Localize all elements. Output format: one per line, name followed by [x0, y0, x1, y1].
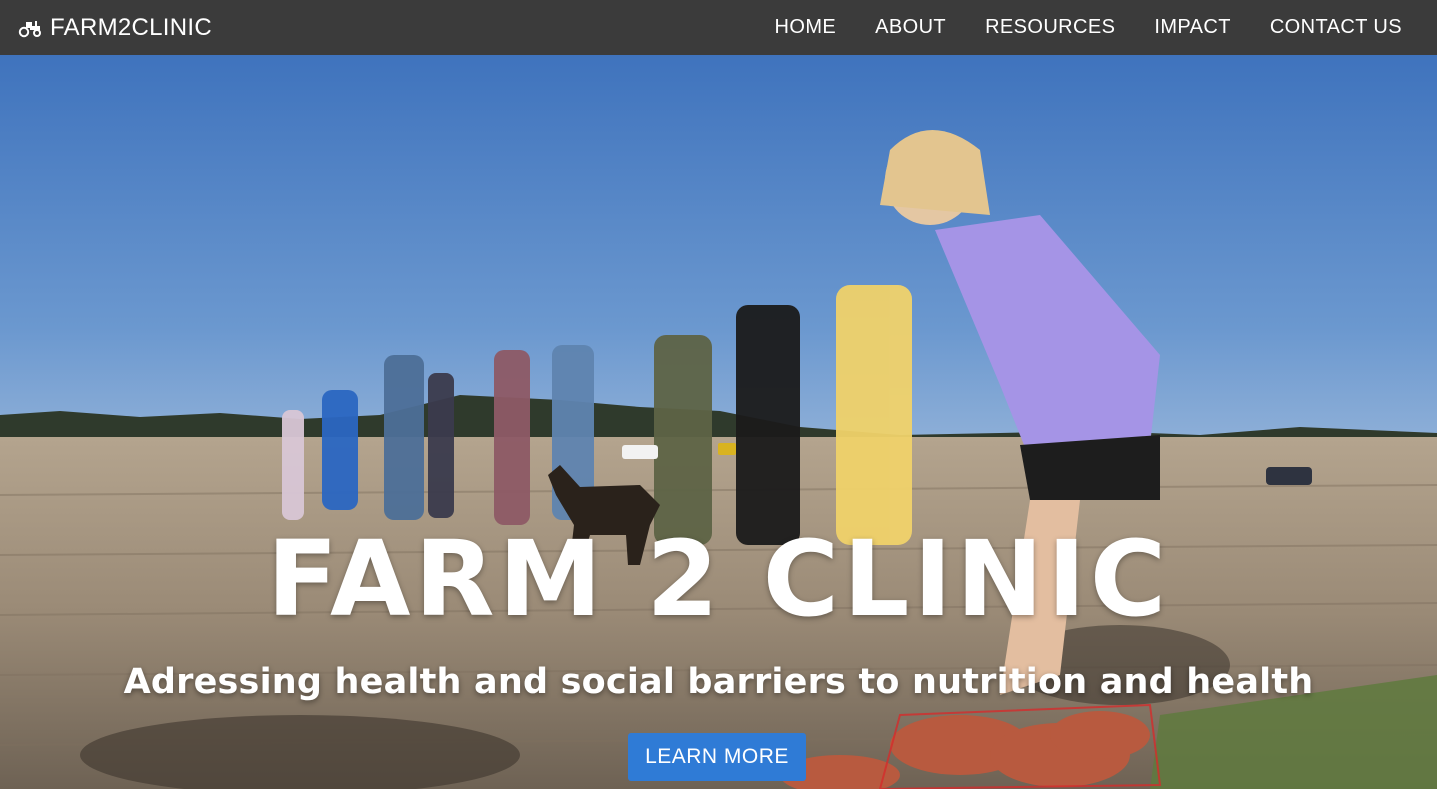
hero-section: FARM 2 CLINIC Adressing health and socia…	[0, 55, 1437, 789]
navbar: FARM2CLINIC HOME ABOUT RESOURCES IMPACT …	[0, 0, 1437, 55]
brand-link[interactable]: FARM2CLINIC	[18, 14, 212, 42]
nav-link-resources[interactable]: RESOURCES	[985, 16, 1115, 39]
nav-link-impact[interactable]: IMPACT	[1154, 16, 1230, 39]
nav-link-about[interactable]: ABOUT	[875, 16, 946, 39]
hero-title: FARM 2 CLINIC	[266, 518, 1171, 640]
nav-link-home[interactable]: HOME	[775, 16, 837, 39]
nav-links: HOME ABOUT RESOURCES IMPACT CONTACT US	[775, 16, 1402, 39]
hero-subtitle: Adressing health and social barriers to …	[123, 662, 1314, 702]
learn-more-button[interactable]: LEARN MORE	[628, 733, 806, 781]
nav-link-contact-us[interactable]: CONTACT US	[1270, 16, 1402, 39]
tractor-icon	[18, 20, 41, 37]
brand-text: FARM2CLINIC	[50, 13, 212, 41]
